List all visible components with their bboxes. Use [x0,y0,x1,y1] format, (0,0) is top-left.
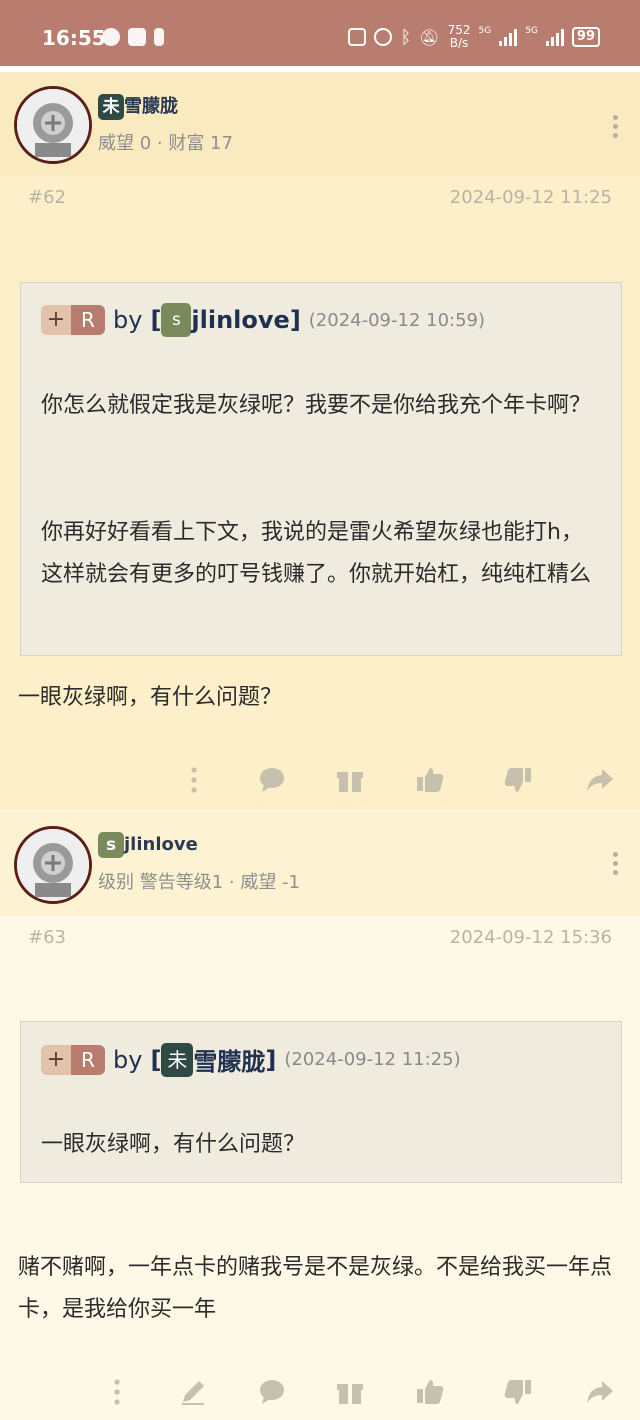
thumbs-down-icon[interactable] [502,764,534,796]
post-62: 未雪朦胧 威望 0 · 财富 17 #62 2024-09-12 11:25 +… [0,72,640,810]
share-icon[interactable] [584,764,616,796]
battery-indicator: 99 [571,27,600,47]
gift-icon[interactable] [334,1376,366,1408]
status-time: 16:55 [42,26,106,50]
quote-user-badge: s [161,303,192,337]
wechat-icon [102,28,120,46]
user-meta: 威望 0 · 财富 17 [98,133,233,154]
mute-icon: 🔕︎ [419,27,440,47]
floor-number: #63 [28,927,66,948]
edit-icon[interactable] [177,1376,209,1408]
post-actions [0,764,640,804]
net-speed: 752 B/s [447,23,471,50]
network-gen-1: 5G [478,26,492,36]
post-63: s jlinlove 级别 警告等级1 · 威望 -1 #63 2024-09-1… [0,812,640,1420]
more-options-icon[interactable] [613,852,619,878]
share-icon[interactable] [584,1376,616,1408]
notification-icons [102,28,164,46]
more-icon[interactable] [178,764,210,796]
username[interactable]: 未雪朦胧 [98,92,178,120]
post-header [0,72,640,176]
signal-icon-2 [545,28,564,46]
quote-user-badge: 未 [161,1042,194,1077]
thumbs-up-icon[interactable] [414,764,446,796]
user-meta: 级别 警告等级1 · 威望 -1 [98,872,301,893]
username[interactable]: s jlinlove [98,832,198,858]
app-notification-icon [128,28,146,46]
post-time: 2024-09-12 11:25 [449,187,612,208]
bluetooth-icon: ᛒ [400,26,412,48]
post-content: 赌不赌啊，一年点卡的赌我号是不是灰绿。不是给我买一年点卡，是我给你买一年 [18,1255,613,1322]
post-time: 2024-09-12 15:36 [449,927,612,948]
alarm-icon [374,28,393,46]
quote-date: (2024-09-12 11:25) [284,1049,461,1070]
quote-username[interactable]: jlinlove [191,306,289,334]
signal-icon-1 [499,28,518,46]
quote-reply-tag[interactable]: + R [41,305,105,335]
floor-number: #62 [28,187,66,208]
thumbs-down-icon[interactable] [502,1376,534,1408]
network-gen-2: 5G [525,26,538,36]
quote-header: + R by [ 未 雪朦胧 ] (2024-09-12 11:25) [41,1042,461,1077]
quote-paragraph: 一眼灰绿啊，有什么问题？ [41,1132,306,1157]
quote-paragraph: 你怎么就假定我是灰绿呢？我要不是你给我充个年卡啊？ [41,393,592,418]
quote-block: + R by [ s jlinlove ] (2024-09-12 10:59) … [20,282,622,656]
user-badge: 未 [98,94,124,120]
more-options-icon[interactable] [613,115,619,141]
post-actions [0,1376,640,1416]
nfc-icon [348,28,367,46]
more-icon[interactable] [101,1376,133,1408]
post-header [0,812,640,916]
battery-saver-icon [154,28,164,46]
quote-paragraph: 你再好好看看上下文，我说的是雷火希望灰绿也能打h，这样就会有更多的叮号钱赚了。你… [41,520,592,587]
quote-date: (2024-09-12 10:59) [308,309,486,331]
avatar[interactable] [14,826,92,904]
gift-icon[interactable] [334,764,366,796]
quote-username[interactable]: 雪朦胧 [193,1042,265,1077]
quote-reply-tag[interactable]: + R [41,1044,105,1075]
status-bar: 16:55 ᛒ 🔕︎ 752 B/s 5G 5G 99 [0,0,640,66]
status-right: ᛒ 🔕︎ 752 B/s 5G 5G 99 [348,24,600,50]
quote-header: + R by [ s jlinlove ] (2024-09-12 10:59) [41,303,485,337]
comment-icon[interactable] [256,1376,288,1408]
avatar[interactable] [14,86,92,164]
quote-block: + R by [ 未 雪朦胧 ] (2024-09-12 11:25) 一眼灰绿啊… [20,1021,622,1183]
post-content: 一眼灰绿啊，有什么问题？ [18,685,283,710]
user-badge: s [98,832,124,858]
comment-icon[interactable] [256,764,288,796]
thumbs-up-icon[interactable] [414,1376,446,1408]
